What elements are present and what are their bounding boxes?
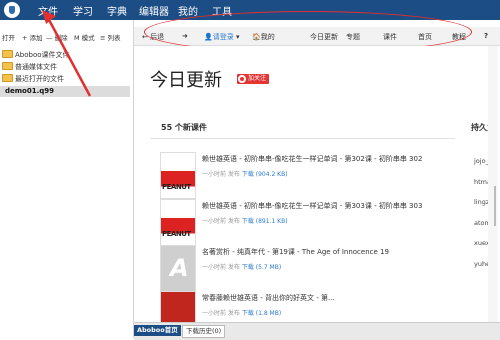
scroll-handle[interactable] xyxy=(494,186,496,226)
course-meta: 一小时前 发布 下载 (904.2 KB) xyxy=(202,171,288,178)
panel-divider[interactable] xyxy=(133,20,134,338)
course-item[interactable]: 常春藤赖世雄英语 - 背出你的好英文 - 第... 一小时前 发布 下载 (1.… xyxy=(160,291,460,322)
vertical-scrollbar[interactable] xyxy=(488,46,498,322)
back-button[interactable]: ← 后退 xyxy=(142,32,164,42)
help-icon[interactable]: ? xyxy=(484,32,488,40)
selected-file-row[interactable]: demo01.q99 xyxy=(0,86,130,97)
download-link[interactable]: 下载 (1.8 MB) xyxy=(242,310,281,317)
weibo-icon xyxy=(238,75,246,83)
follow-button[interactable]: 加关注 xyxy=(237,74,270,84)
menu-file[interactable]: 文件 xyxy=(38,3,58,18)
tab-download-history[interactable]: 下载历史(0) xyxy=(182,325,226,338)
login-menu[interactable]: 👤请登录 ▾ xyxy=(204,32,239,42)
tutorial-link[interactable]: 教程 xyxy=(452,32,466,42)
course-item[interactable]: 赖世雄英语 - 初阶串串-像吃花生一样记单词 - 第303课 - 初阶串串 30… xyxy=(160,199,460,247)
course-meta: 一小时前 发布 下载 (891.1 KB) xyxy=(202,218,288,225)
course-thumbnail xyxy=(160,152,196,199)
nav-topics[interactable]: 专题 xyxy=(346,32,360,42)
folder-icon xyxy=(2,74,13,82)
bottom-tab-bar: Aboboo首页 下载历史(0) xyxy=(134,322,500,340)
app-logo-icon xyxy=(4,2,20,18)
selected-file-label: demo01.q99 xyxy=(5,87,55,95)
nav-home[interactable]: 首页 xyxy=(418,32,432,42)
home-icon: 🏠 xyxy=(252,33,261,41)
list-button[interactable]: ≡ 列表 xyxy=(100,32,121,42)
course-title[interactable]: 赖世雄英语 - 初阶串串-像吃花生一样记单词 - 第302课 - 初阶串串 30… xyxy=(202,154,422,164)
course-title[interactable]: 赖世雄英语 - 初阶串串-像吃花生一样记单词 - 第303课 - 初阶串串 30… xyxy=(202,201,422,211)
new-course-count: 55 个新课件 xyxy=(161,123,207,132)
nav-today[interactable]: 今日更新 xyxy=(310,32,338,42)
folder-icon xyxy=(2,62,13,70)
menu-dictionary[interactable]: 字典 xyxy=(107,3,127,18)
course-thumbnail xyxy=(160,291,196,322)
menu-tools[interactable]: 工具 xyxy=(212,3,232,18)
course-thumbnail xyxy=(160,199,196,246)
menu-mine[interactable]: 我的 xyxy=(178,3,198,18)
menu-bar: 文件 学习 字典 编辑器 我的 工具 xyxy=(0,0,500,20)
course-meta: 一小时前 发布 下载 (1.8 MB) xyxy=(202,310,282,317)
course-thumbnail xyxy=(160,245,196,292)
tab-aboboo-home[interactable]: Aboboo首页 xyxy=(134,325,181,336)
nav-courses[interactable]: 课件 xyxy=(383,32,397,42)
delete-button[interactable]: — 删除 xyxy=(46,32,68,42)
add-button[interactable]: + 添加 xyxy=(22,32,43,42)
course-item[interactable]: 赖世雄英语 - 初阶串串-像吃花生一样记单词 - 第302课 - 初阶串串 30… xyxy=(160,152,460,200)
open-button[interactable]: 打开 xyxy=(2,32,15,42)
download-link[interactable]: 下载 (891.1 KB) xyxy=(242,218,288,225)
browser-toolbar: ← 后退 ➜ 👤请登录 ▾ 🏠我的 今日更新 专题 课件 首页 教程 ? xyxy=(134,27,500,46)
file-toolbar: 打开 + 添加 — 删除 M 模式 ≡ 列表 xyxy=(0,30,130,42)
menu-study[interactable]: 学习 xyxy=(73,3,93,18)
download-link[interactable]: 下载 (5.7 MB) xyxy=(242,264,281,271)
page-title: 今日更新 xyxy=(150,70,222,91)
tree-item-recent[interactable]: 最近打开的文件 xyxy=(2,74,64,84)
course-item[interactable]: 名著赏析 - 纯真年代 - 第19课 - The Age of Innocenc… xyxy=(160,245,460,293)
nav-mine[interactable]: 🏠我的 xyxy=(252,32,275,42)
mode-button[interactable]: M 模式 xyxy=(74,32,95,42)
forward-button[interactable]: ➜ xyxy=(182,32,188,40)
divider-line xyxy=(150,138,455,139)
course-title[interactable]: 常春藤赖世雄英语 - 背出你的好英文 - 第... xyxy=(202,293,335,303)
page-content: 今日更新 加关注 55 个新课件 持久力 jojo_s htmas lingzh… xyxy=(135,46,500,322)
tree-item-media[interactable]: 普通媒体文件 xyxy=(2,62,57,72)
user-icon: 👤 xyxy=(204,33,213,41)
menu-editor[interactable]: 编辑器 xyxy=(139,3,169,18)
folder-icon xyxy=(2,50,13,58)
course-title[interactable]: 名著赏析 - 纯真年代 - 第19课 - The Age of Innocenc… xyxy=(202,247,389,257)
course-meta: 一小时前 发布 下载 (5.7 MB) xyxy=(202,264,282,271)
download-link[interactable]: 下载 (904.2 KB) xyxy=(242,171,288,178)
tree-item-aboboo[interactable]: Aboboo课件文件 xyxy=(2,50,70,60)
